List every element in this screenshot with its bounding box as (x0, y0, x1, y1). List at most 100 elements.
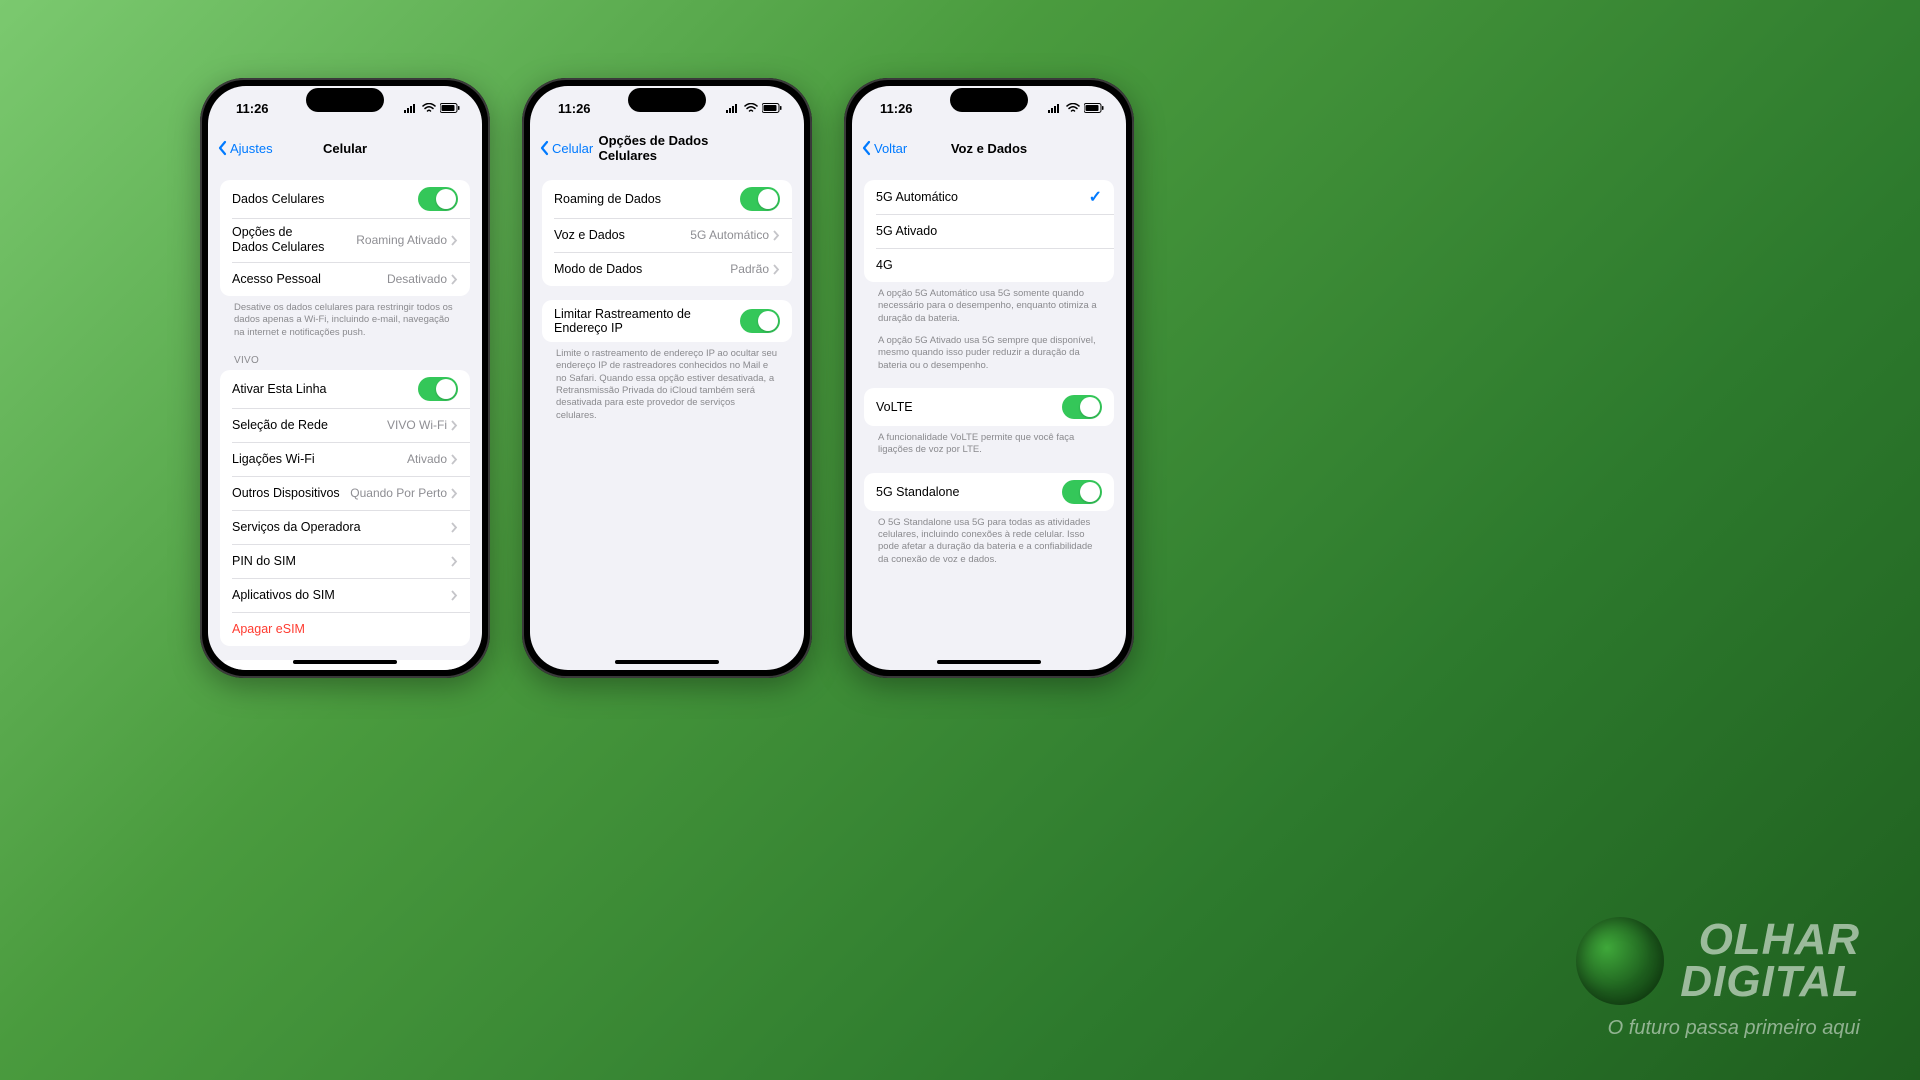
wifi-icon (1066, 103, 1080, 113)
signal-icon (1048, 103, 1062, 113)
page-title: Celular (323, 141, 367, 156)
toggle-on-icon[interactable] (740, 309, 780, 333)
row-modo-dados[interactable]: Modo de Dados Padrão (542, 252, 792, 286)
status-indicators (1048, 103, 1104, 113)
home-indicator[interactable] (937, 660, 1041, 664)
value: Quando Por Perto (350, 486, 458, 500)
label: 5G Ativado (876, 224, 1102, 238)
section-header-vivo: VIVO (220, 341, 470, 370)
row-voz-dados[interactable]: Voz e Dados 5G Automático (542, 218, 792, 252)
phone-celular: 11:26 Ajustes Celular Dados Celulares (200, 78, 490, 678)
home-indicator[interactable] (615, 660, 719, 664)
home-indicator[interactable] (293, 660, 397, 664)
row-pin-sim[interactable]: PIN do SIM (220, 544, 470, 578)
value: VIVO Wi-Fi (387, 418, 458, 432)
dynamic-island (628, 88, 706, 112)
battery-icon (762, 103, 782, 113)
footer-note: Limite o rastreamento de endereço IP ao … (542, 342, 792, 424)
row-volte[interactable]: VoLTE (864, 388, 1114, 426)
signal-icon (404, 103, 418, 113)
chevron-right-icon (451, 420, 458, 431)
chevron-right-icon (773, 230, 780, 241)
wifi-icon (422, 103, 436, 113)
row-4g[interactable]: 4G (864, 248, 1114, 282)
row-aplicativos-sim[interactable]: Aplicativos do SIM (220, 578, 470, 612)
toggle-on-icon[interactable] (1062, 395, 1102, 419)
nav-bar: Voltar Voz e Dados (852, 130, 1126, 166)
label: Aplicativos do SIM (232, 588, 451, 602)
footer-note: A opção 5G Automático usa 5G somente qua… (864, 282, 1114, 327)
back-button[interactable]: Voltar (862, 140, 907, 156)
label: Limitar Rastreamento de Endereço IP (554, 307, 740, 335)
label: Outros Dispositivos (232, 486, 350, 500)
row-ativar-linha[interactable]: Ativar Esta Linha (220, 370, 470, 408)
label: Opções deDados Celulares (232, 225, 356, 255)
label: Dados Celulares (232, 192, 418, 206)
row-5g-standalone[interactable]: 5G Standalone (864, 473, 1114, 511)
toggle-on-icon[interactable] (1062, 480, 1102, 504)
row-selecao-rede[interactable]: Seleção de Rede VIVO Wi-Fi (220, 408, 470, 442)
label: Serviços da Operadora (232, 520, 451, 534)
label: 5G Standalone (876, 485, 1062, 499)
brand-watermark: OLHAR DIGITAL O futuro passa primeiro aq… (1576, 917, 1860, 1040)
phone-voz-dados: 11:26 Voltar Voz e Dados 5G Automático (844, 78, 1134, 678)
value (451, 556, 458, 567)
row-opcoes-dados[interactable]: Opções deDados Celulares Roaming Ativado (220, 218, 470, 262)
status-time: 11:26 (558, 101, 591, 116)
chevron-right-icon (451, 235, 458, 246)
back-label: Ajustes (230, 141, 273, 156)
battery-icon (1084, 103, 1104, 113)
label: 4G (876, 258, 1102, 272)
status-indicators (726, 103, 782, 113)
back-button[interactable]: Celular (540, 140, 593, 156)
label: VoLTE (876, 400, 1062, 414)
chevron-right-icon (773, 264, 780, 275)
label: PIN do SIM (232, 554, 451, 568)
phone-opcoes-dados: 11:26 Celular Opções de Dados Celulares … (522, 78, 812, 678)
toggle-on-icon[interactable] (418, 187, 458, 211)
back-label: Voltar (874, 141, 907, 156)
back-label: Celular (552, 141, 593, 156)
signal-icon (726, 103, 740, 113)
label: 5G Automático (876, 190, 1089, 204)
value: 5G Automático (690, 228, 780, 242)
chevron-left-icon (218, 140, 228, 156)
row-outros-disp[interactable]: Outros Dispositivos Quando Por Perto (220, 476, 470, 510)
row-servicos-operadora[interactable]: Serviços da Operadora (220, 510, 470, 544)
brand-logo-icon (1576, 917, 1664, 1005)
footer-note: O 5G Standalone usa 5G para todas as ati… (864, 511, 1114, 568)
chevron-left-icon (862, 140, 872, 156)
row-ligacoes-wifi[interactable]: Ligações Wi-Fi Ativado (220, 442, 470, 476)
toggle-on-icon[interactable] (740, 187, 780, 211)
value (451, 522, 458, 533)
chevron-right-icon (451, 488, 458, 499)
chevron-right-icon (451, 274, 458, 285)
toggle-on-icon[interactable] (418, 377, 458, 401)
label: Ativar Esta Linha (232, 382, 418, 396)
row-5g-ativado[interactable]: 5G Ativado (864, 214, 1114, 248)
page-title: Voz e Dados (951, 141, 1027, 156)
chevron-right-icon (451, 454, 458, 465)
row-limitar-rastreamento[interactable]: Limitar Rastreamento de Endereço IP (542, 300, 792, 342)
chevron-right-icon (451, 556, 458, 567)
label: Apagar eSIM (232, 622, 458, 636)
label: Seleção de Rede (232, 418, 387, 432)
label: Modo de Dados (554, 262, 730, 276)
row-acesso-pessoal[interactable]: Acesso Pessoal Desativado (220, 262, 470, 296)
row-apagar-esim[interactable]: Apagar eSIM (220, 612, 470, 646)
row-roaming-dados[interactable]: Roaming de Dados (542, 180, 792, 218)
row-5g-automatico[interactable]: 5G Automático ✓ (864, 180, 1114, 214)
checkmark-icon: ✓ (1089, 187, 1102, 207)
back-button[interactable]: Ajustes (218, 140, 273, 156)
row-dados-celulares[interactable]: Dados Celulares (220, 180, 470, 218)
status-time: 11:26 (236, 101, 269, 116)
battery-icon (440, 103, 460, 113)
dynamic-island (950, 88, 1028, 112)
status-indicators (404, 103, 460, 113)
brand-name: OLHAR DIGITAL (1680, 919, 1860, 1003)
chevron-left-icon (540, 140, 550, 156)
brand-tagline: O futuro passa primeiro aqui (1576, 1017, 1860, 1040)
footer-note: A opção 5G Ativado usa 5G sempre que dis… (864, 327, 1114, 374)
wifi-icon (744, 103, 758, 113)
nav-bar: Ajustes Celular (208, 130, 482, 166)
